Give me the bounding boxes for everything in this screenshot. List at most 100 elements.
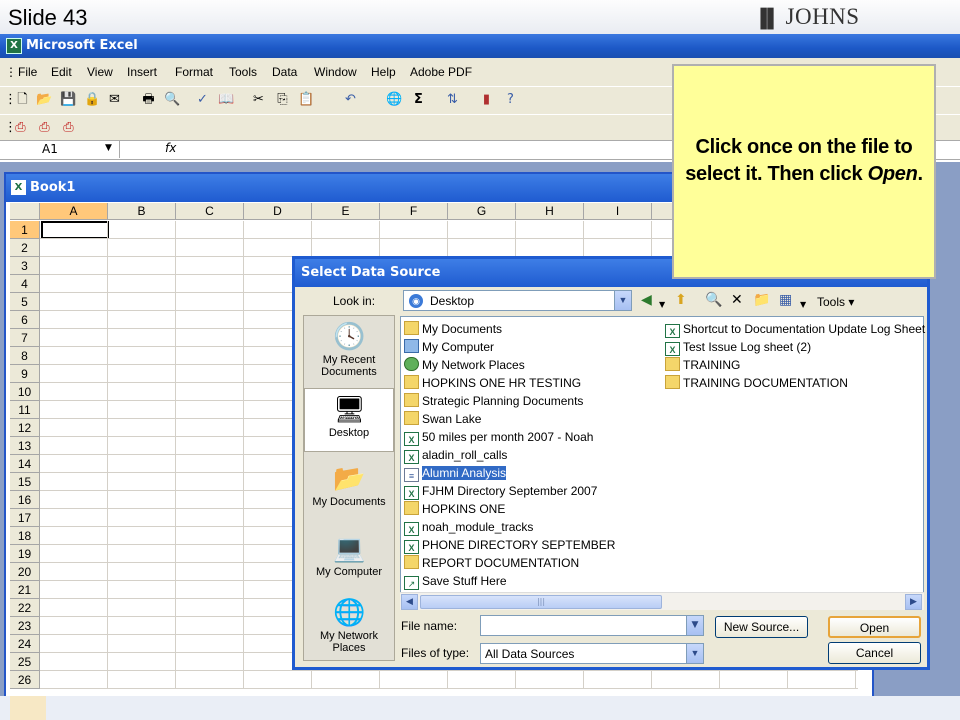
file-item[interactable]: TRAINING <box>665 356 740 374</box>
open-folder-icon[interactable]: 📂 <box>36 92 53 108</box>
name-box-dropdown-icon[interactable]: ▼ <box>105 143 112 153</box>
convert-and-review-icon[interactable]: ⎙ <box>60 120 77 136</box>
row-header[interactable]: 26 <box>10 671 40 689</box>
menu-format[interactable]: Format <box>175 65 213 79</box>
file-item[interactable]: Strategic Planning Documents <box>404 392 583 410</box>
row-header[interactable]: 15 <box>10 473 40 491</box>
file-list[interactable]: My Documents My Computer My Network Places… <box>400 316 925 610</box>
views-icon[interactable]: ▦ <box>779 292 792 308</box>
name-box[interactable]: A1 <box>2 141 120 158</box>
file-item[interactable]: X 50 miles per month 2007 - Noah <box>404 428 593 446</box>
file-item[interactable]: X FJHM Directory September 2007 <box>404 482 597 500</box>
row-header[interactable]: 20 <box>10 563 40 581</box>
row-header[interactable]: 17 <box>10 509 40 527</box>
row-header[interactable]: 16 <box>10 491 40 509</box>
print-preview-icon[interactable]: 🔍 <box>164 92 181 108</box>
file-item[interactable]: My Computer <box>404 338 494 356</box>
copy-icon[interactable]: ⎘ <box>274 92 291 108</box>
row-header[interactable]: 19 <box>10 545 40 563</box>
menu-data[interactable]: Data <box>272 65 297 79</box>
file-item[interactable]: X Shortcut to Documentation Update Log Sh… <box>665 320 925 338</box>
row-header[interactable]: 22 <box>10 599 40 617</box>
menu-view[interactable]: View <box>87 65 113 79</box>
chevron-down-icon[interactable]: ▼ <box>686 616 703 635</box>
new-source-button[interactable]: New Source... <box>715 616 808 638</box>
active-cell[interactable] <box>41 221 109 239</box>
cancel-button[interactable]: Cancel <box>828 642 921 664</box>
files-of-type-dropdown[interactable]: All Data Sources ▼ <box>480 643 704 664</box>
help-icon[interactable]: ? <box>502 92 519 108</box>
scrollbar-thumb[interactable]: ||| <box>420 595 662 609</box>
back-icon[interactable]: ◀ <box>641 292 652 308</box>
file-item[interactable]: X Test Issue Log sheet (2) <box>665 338 811 356</box>
email-icon[interactable]: ✉ <box>106 92 123 108</box>
menu-window[interactable]: Window <box>314 65 357 79</box>
search-web-icon[interactable]: 🔍 <box>705 292 722 308</box>
row-header[interactable]: 25 <box>10 653 40 671</box>
permission-icon[interactable]: 🔒 <box>84 92 101 108</box>
place-network-places[interactable]: 🌐 My Network Places <box>304 596 394 660</box>
paste-icon[interactable]: 📋 <box>298 92 315 108</box>
row-header[interactable]: 21 <box>10 581 40 599</box>
back-dropdown-icon[interactable]: ▼ <box>659 297 665 313</box>
row-header[interactable]: 14 <box>10 455 40 473</box>
file-item[interactable]: My Network Places <box>404 356 525 374</box>
research-icon[interactable]: 📖 <box>218 92 235 108</box>
row-header[interactable]: 23 <box>10 617 40 635</box>
cut-icon[interactable]: ✂ <box>250 92 267 108</box>
file-item[interactable]: TRAINING DOCUMENTATION <box>665 374 848 392</box>
select-all-corner[interactable] <box>10 203 40 220</box>
file-item[interactable]: ≡ Alumni Analysis <box>404 464 507 482</box>
row-header[interactable]: 6 <box>10 311 40 329</box>
scroll-right-icon[interactable]: ▶ <box>905 594 922 610</box>
chevron-down-icon[interactable]: ▼ <box>614 291 631 310</box>
column-header[interactable]: G <box>448 203 516 220</box>
menu-file[interactable]: File <box>18 65 37 79</box>
column-header[interactable]: D <box>244 203 312 220</box>
place-desktop[interactable]: 🖥 Desktop <box>304 388 394 452</box>
row-header[interactable]: 18 <box>10 527 40 545</box>
menu-insert[interactable]: Insert <box>127 65 157 79</box>
convert-to-pdf-icon[interactable]: ⎙ <box>12 120 29 136</box>
place-recent-documents[interactable]: 🕓 My Recent Documents <box>304 320 394 386</box>
tools-menu[interactable]: Tools ▾ <box>817 295 854 309</box>
row-header[interactable]: 11 <box>10 401 40 419</box>
column-header[interactable]: B <box>108 203 176 220</box>
delete-icon[interactable]: ✕ <box>731 292 743 308</box>
menu-edit[interactable]: Edit <box>51 65 72 79</box>
new-icon[interactable]: 🗋 <box>14 92 31 108</box>
sort-ascending-icon[interactable]: ⇅ <box>444 92 461 108</box>
row-header[interactable]: 13 <box>10 437 40 455</box>
row-header[interactable]: 7 <box>10 329 40 347</box>
scroll-left-icon[interactable]: ◀ <box>401 594 418 610</box>
row-header[interactable]: 1 <box>10 221 40 239</box>
column-header[interactable]: E <box>312 203 380 220</box>
menu-adobe-pdf[interactable]: Adobe PDF <box>410 65 472 79</box>
hyperlink-icon[interactable]: 🌐 <box>386 92 403 108</box>
horizontal-scrollbar[interactable]: ◀ ||| ▶ <box>400 592 924 610</box>
file-item[interactable]: ↗ Save Stuff Here <box>404 572 507 590</box>
row-header[interactable]: 3 <box>10 257 40 275</box>
autosum-icon[interactable]: Σ <box>410 92 427 108</box>
row-header[interactable]: 9 <box>10 365 40 383</box>
convert-and-email-icon[interactable]: ⎙ <box>36 120 53 136</box>
file-item[interactable]: Swan Lake <box>404 410 481 428</box>
menu-help[interactable]: Help <box>371 65 396 79</box>
place-my-computer[interactable]: 💻 My Computer <box>304 532 394 598</box>
file-item[interactable]: Xnoah_module_tracks <box>404 518 533 536</box>
file-name-input[interactable]: ▼ <box>480 615 704 636</box>
row-header[interactable]: 10 <box>10 383 40 401</box>
look-in-dropdown[interactable]: ◉ Desktop ▼ <box>403 290 632 311</box>
file-item[interactable]: REPORT DOCUMENTATION <box>404 554 579 572</box>
spelling-icon[interactable]: ✓ <box>194 92 211 108</box>
fx-icon[interactable]: fx <box>165 141 176 155</box>
up-folder-icon[interactable]: ⬆ <box>675 292 687 308</box>
file-item[interactable]: HOPKINS ONE HR TESTING <box>404 374 581 392</box>
file-item[interactable]: My Documents <box>404 320 502 338</box>
column-header[interactable]: H <box>516 203 584 220</box>
views-dropdown-icon[interactable]: ▼ <box>800 297 806 313</box>
column-header[interactable]: F <box>380 203 448 220</box>
file-item[interactable]: X PHONE DIRECTORY SEPTEMBER <box>404 536 615 554</box>
column-header[interactable]: I <box>584 203 652 220</box>
undo-icon[interactable]: ↶ <box>342 92 359 108</box>
